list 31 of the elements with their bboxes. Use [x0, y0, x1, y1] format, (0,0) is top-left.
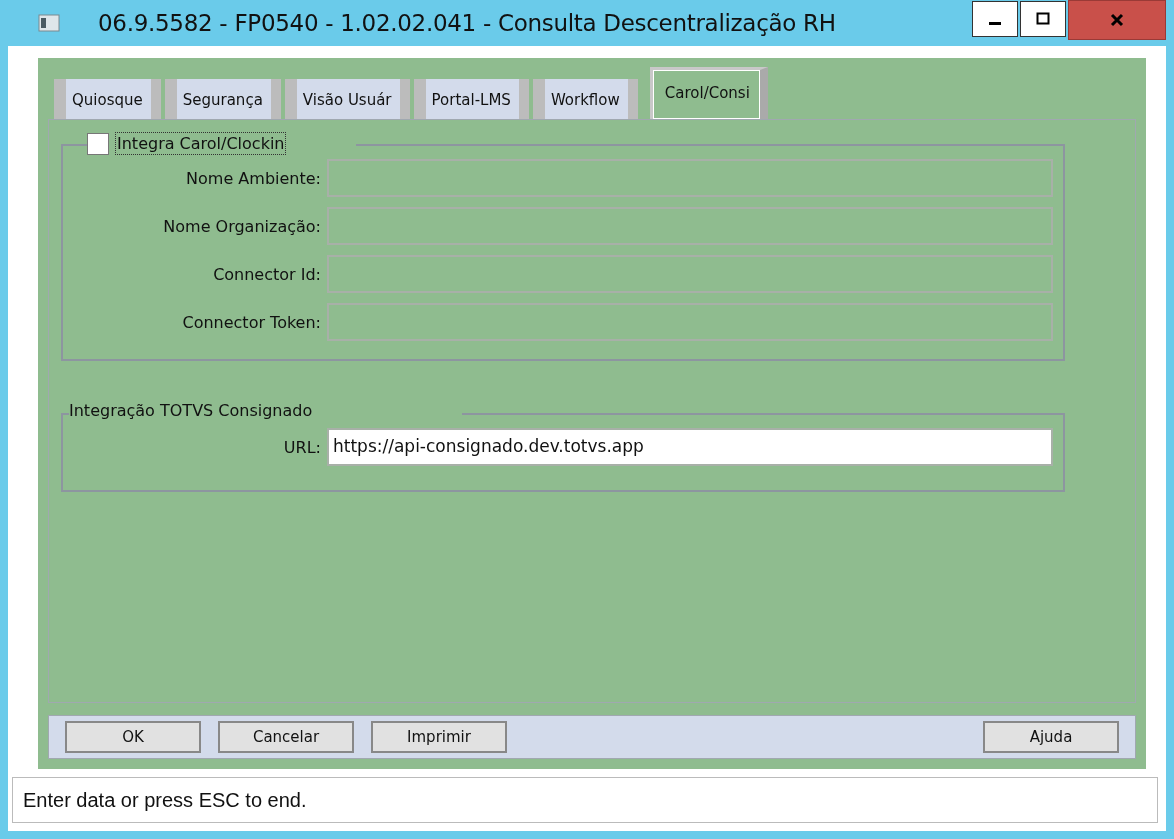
window-icon — [38, 14, 60, 32]
tab[interactable]: Quiosque — [54, 79, 161, 119]
maximize-button[interactable] — [1020, 1, 1066, 37]
tab[interactable]: Portal-LMS — [413, 79, 529, 119]
input-field[interactable] — [327, 207, 1053, 245]
field-label: Connector Token: — [181, 312, 322, 332]
input-field[interactable] — [327, 159, 1053, 197]
input-field[interactable]: https://api-consignado.dev.totvs.app — [327, 428, 1053, 466]
minimize-icon — [989, 21, 1001, 25]
status-bar: Enter data or press ESC to end. — [12, 777, 1158, 823]
group-title: Integração TOTVS Consignado — [69, 401, 313, 420]
window-title: 06.9.5582 - FP0540 - 1.02.02.041 - Consulta Descentralização RH — [98, 10, 836, 36]
tab[interactable]: Segurança — [164, 79, 281, 119]
field-label: Nome Ambiente: — [185, 168, 322, 188]
button[interactable]: Ajuda — [983, 721, 1119, 753]
field-label: Connector Id: — [212, 264, 322, 284]
tab[interactable]: Visão Usuár — [284, 79, 410, 119]
button[interactable]: Cancelar — [218, 721, 354, 753]
field-label: URL: — [282, 437, 322, 457]
minimize-button[interactable] — [972, 1, 1018, 37]
button[interactable]: OK — [65, 721, 201, 753]
input-field[interactable] — [327, 303, 1053, 341]
input-field[interactable] — [327, 255, 1053, 293]
button[interactable]: Imprimir — [371, 721, 507, 753]
maximize-icon — [1035, 11, 1051, 27]
field-label: Nome Organização: — [162, 216, 322, 236]
close-icon — [1109, 12, 1125, 28]
checkbox[interactable] — [87, 132, 109, 155]
tab[interactable]: Carol/Consi — [649, 67, 768, 119]
checkbox-label[interactable]: Integra Carol/Clockin — [115, 132, 287, 155]
tab[interactable]: Workflow — [532, 79, 638, 119]
